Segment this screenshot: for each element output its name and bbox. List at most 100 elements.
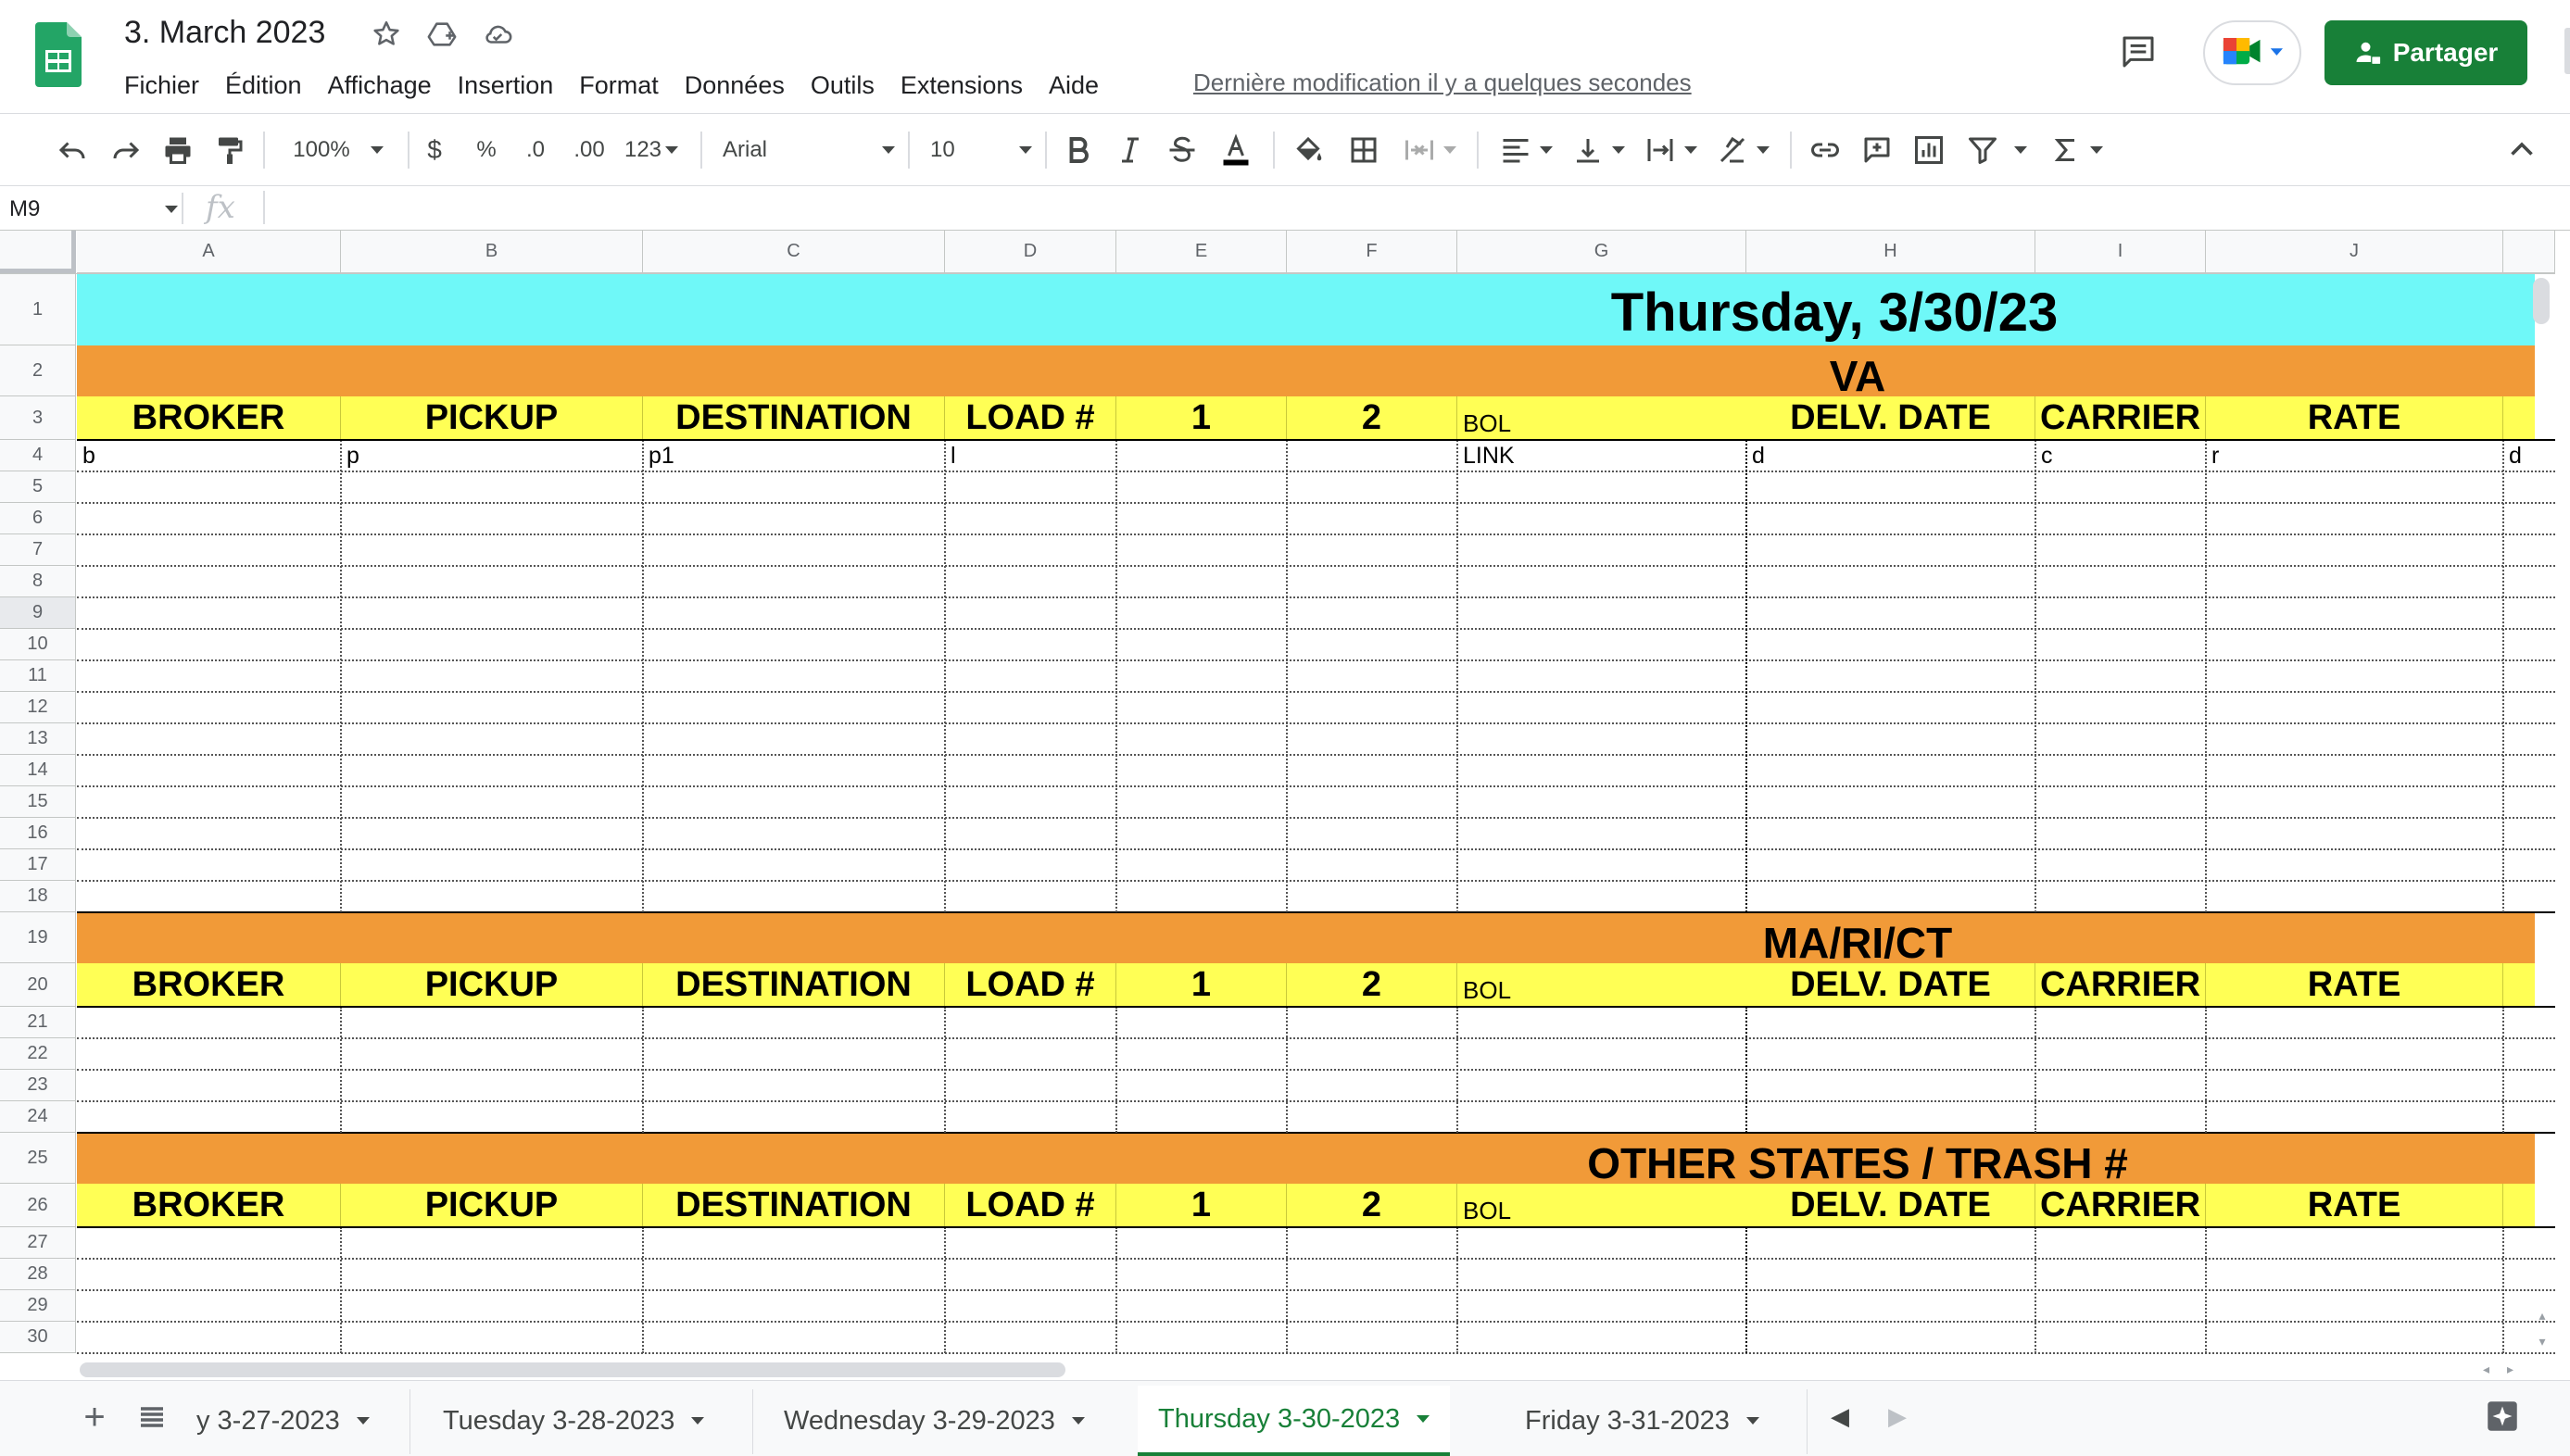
row-header-12[interactable]: 12 xyxy=(0,692,76,723)
row-header-14[interactable]: 14 xyxy=(0,755,76,786)
filter-icon[interactable] xyxy=(1962,130,2003,170)
row-header-24[interactable]: 24 xyxy=(0,1101,76,1133)
row-header-4[interactable]: 4 xyxy=(0,440,76,471)
select-all-corner[interactable] xyxy=(0,231,76,273)
header-cell-one[interactable]: 1 xyxy=(1116,396,1287,440)
sheet-tab-monday[interactable]: y 3-27-2023 xyxy=(176,1386,390,1456)
header-cell-carrier[interactable]: CARRIER xyxy=(2035,1184,2206,1227)
menu-insert[interactable]: Insertion xyxy=(458,71,554,100)
row-header-21[interactable]: 21 xyxy=(0,1007,76,1038)
menu-tools[interactable]: Outils xyxy=(811,71,875,100)
header-cell-pickup[interactable]: PICKUP xyxy=(341,963,643,1007)
row-header-16[interactable]: 16 xyxy=(0,818,76,849)
data-cell-bol[interactable]: LINK xyxy=(1457,440,1746,471)
header-cell-k[interactable] xyxy=(2503,1184,2535,1227)
decrease-decimal-button[interactable]: .0 xyxy=(517,130,554,170)
horizontal-scrollbar-thumb[interactable] xyxy=(80,1362,1065,1377)
row-header-9[interactable]: 9 xyxy=(0,597,76,629)
text-rotation-icon[interactable] xyxy=(1710,130,1775,170)
row-header-26[interactable]: 26 xyxy=(0,1184,76,1227)
header-cell-two[interactable]: 2 xyxy=(1287,396,1457,440)
insert-chart-icon[interactable] xyxy=(1909,130,1949,170)
scroll-tabs-left-icon[interactable]: ◀ xyxy=(1831,1402,1853,1432)
row-header-20[interactable]: 20 xyxy=(0,963,76,1007)
header-cell-one[interactable]: 1 xyxy=(1116,963,1287,1007)
column-header-a[interactable]: A xyxy=(77,231,341,273)
row-header-19[interactable]: 19 xyxy=(0,912,76,963)
percent-format-button[interactable]: % xyxy=(471,130,502,170)
header-cell-k[interactable] xyxy=(2503,396,2535,440)
row-header-23[interactable]: 23 xyxy=(0,1070,76,1101)
row-header-6[interactable]: 6 xyxy=(0,503,76,534)
row-header-13[interactable]: 13 xyxy=(0,723,76,755)
header-cell-one[interactable]: 1 xyxy=(1116,1184,1287,1227)
vertical-align-icon[interactable] xyxy=(1566,130,1631,170)
header-cell-load[interactable]: LOAD # xyxy=(945,963,1116,1007)
scroll-left-arrow-icon[interactable]: ◂ xyxy=(2483,1362,2498,1376)
data-cell-pickup[interactable]: p xyxy=(341,440,643,471)
filter-views-dropdown[interactable] xyxy=(2007,130,2035,170)
column-header-e[interactable]: E xyxy=(1116,231,1287,273)
header-cell-broker[interactable]: BROKER xyxy=(77,396,341,440)
header-cell-destination[interactable]: DESTINATION xyxy=(643,396,945,440)
row-header-22[interactable]: 22 xyxy=(0,1038,76,1070)
header-cell-rate[interactable]: RATE xyxy=(2206,963,2503,1007)
strikethrough-icon[interactable] xyxy=(1164,130,1201,170)
header-cell-destination[interactable]: DESTINATION xyxy=(643,1184,945,1227)
header-cell-two[interactable]: 2 xyxy=(1287,1184,1457,1227)
header-cell-bol[interactable]: BOL xyxy=(1457,1184,1746,1227)
functions-icon[interactable] xyxy=(2046,130,2107,170)
formula-input[interactable] xyxy=(274,191,2535,228)
row-header-5[interactable]: 5 xyxy=(0,471,76,503)
data-cell-broker[interactable]: b xyxy=(77,440,341,471)
row-header-1[interactable]: 1 xyxy=(0,274,76,345)
row-header-17[interactable]: 17 xyxy=(0,849,76,881)
fill-color-icon[interactable] xyxy=(1288,130,1329,170)
collapse-toolbar-icon[interactable] xyxy=(2503,130,2540,170)
header-cell-pickup[interactable]: PICKUP xyxy=(341,1184,643,1227)
header-cell-carrier[interactable]: CARRIER xyxy=(2035,963,2206,1007)
share-button[interactable]: Partager xyxy=(2324,20,2527,85)
number-format-select[interactable]: 123 xyxy=(619,130,684,170)
borders-icon[interactable] xyxy=(1343,130,1384,170)
menu-view[interactable]: Affichage xyxy=(328,71,432,100)
horizontal-align-icon[interactable] xyxy=(1493,130,1558,170)
insert-comment-icon[interactable] xyxy=(1857,130,1897,170)
sheets-logo-icon[interactable] xyxy=(35,22,82,87)
row-header-28[interactable]: 28 xyxy=(0,1259,76,1290)
row-header-7[interactable]: 7 xyxy=(0,534,76,566)
document-title[interactable]: 3. March 2023 xyxy=(124,15,325,51)
data-cell-destination[interactable]: p1 xyxy=(643,440,945,471)
scroll-right-arrow-icon[interactable]: ▸ xyxy=(2507,1362,2522,1376)
scroll-up-arrow-icon[interactable]: ▴ xyxy=(2535,1308,2550,1323)
row-header-18[interactable]: 18 xyxy=(0,881,76,912)
redo-icon[interactable] xyxy=(106,130,146,170)
header-cell-load[interactable]: LOAD # xyxy=(945,1184,1116,1227)
row-header-29[interactable]: 29 xyxy=(0,1290,76,1322)
zoom-select[interactable]: 100% xyxy=(278,130,398,170)
column-header-d[interactable]: D xyxy=(945,231,1116,273)
add-sheet-icon[interactable]: + xyxy=(78,1397,111,1437)
menu-file[interactable]: Fichier xyxy=(124,71,199,100)
column-header-f[interactable]: F xyxy=(1287,231,1457,273)
row-header-30[interactable]: 30 xyxy=(0,1322,76,1353)
column-header-b[interactable]: B xyxy=(341,231,643,273)
header-cell-carrier[interactable]: CARRIER xyxy=(2035,396,2206,440)
all-sheets-icon[interactable] xyxy=(135,1400,169,1434)
menu-data[interactable]: Données xyxy=(685,71,785,100)
header-cell-broker[interactable]: BROKER xyxy=(77,963,341,1007)
data-cell-load[interactable]: l xyxy=(945,440,1116,471)
sheet-tab-tuesday[interactable]: Tuesday 3-28-2023 xyxy=(422,1386,724,1456)
header-cell-destination[interactable]: DESTINATION xyxy=(643,963,945,1007)
column-header-c[interactable]: C xyxy=(643,231,945,273)
row-header-10[interactable]: 10 xyxy=(0,629,76,660)
undo-icon[interactable] xyxy=(52,130,93,170)
row-header-27[interactable]: 27 xyxy=(0,1227,76,1259)
menu-format[interactable]: Format xyxy=(579,71,659,100)
scroll-tabs-right-icon[interactable]: ▶ xyxy=(1888,1402,1910,1432)
column-header-k[interactable] xyxy=(2503,231,2555,273)
name-box[interactable]: M9 xyxy=(0,191,180,228)
column-header-h[interactable]: H xyxy=(1746,231,2035,273)
row-header-2[interactable]: 2 xyxy=(0,345,76,396)
header-cell-bol[interactable]: BOL xyxy=(1457,963,1746,1007)
